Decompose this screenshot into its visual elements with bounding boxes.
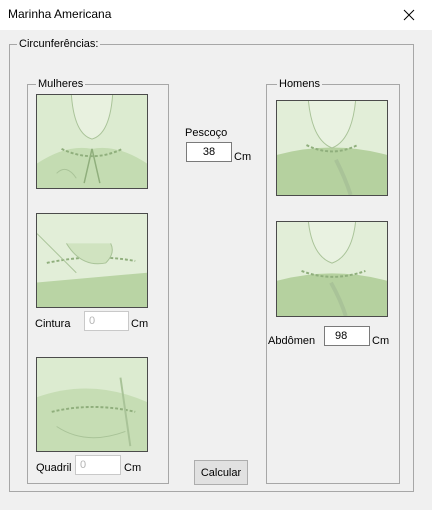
close-icon [403,9,415,21]
waist-label: Cintura [35,318,71,330]
women-neck-photo [36,94,148,189]
women-waist-photo [36,213,148,308]
neck-unit-label: Cm [234,151,252,163]
men-abdomen-photo [276,221,388,317]
hip-label: Quadril [36,462,72,474]
circumferences-group-label: Circunferências: [17,38,101,51]
men-group-label: Homens [277,78,322,91]
waist-unit-label: Cm [131,318,149,330]
waist-input[interactable] [84,311,129,331]
hip-input[interactable] [75,455,121,475]
window-title: Marinha Americana [8,7,112,21]
abdomen-unit-label: Cm [372,335,390,347]
hip-unit-label: Cm [124,462,142,474]
calculate-button[interactable]: Calcular [194,460,248,485]
close-button[interactable] [386,0,432,30]
neck-input[interactable] [186,142,232,162]
women-hip-photo [36,357,148,452]
title-bar: Marinha Americana [0,0,432,30]
men-neck-photo [276,100,388,196]
women-group-label: Mulheres [36,78,86,91]
abdomen-label: Abdômen [268,335,316,347]
abdomen-input[interactable] [324,326,370,346]
neck-label: Pescoço [185,127,228,139]
